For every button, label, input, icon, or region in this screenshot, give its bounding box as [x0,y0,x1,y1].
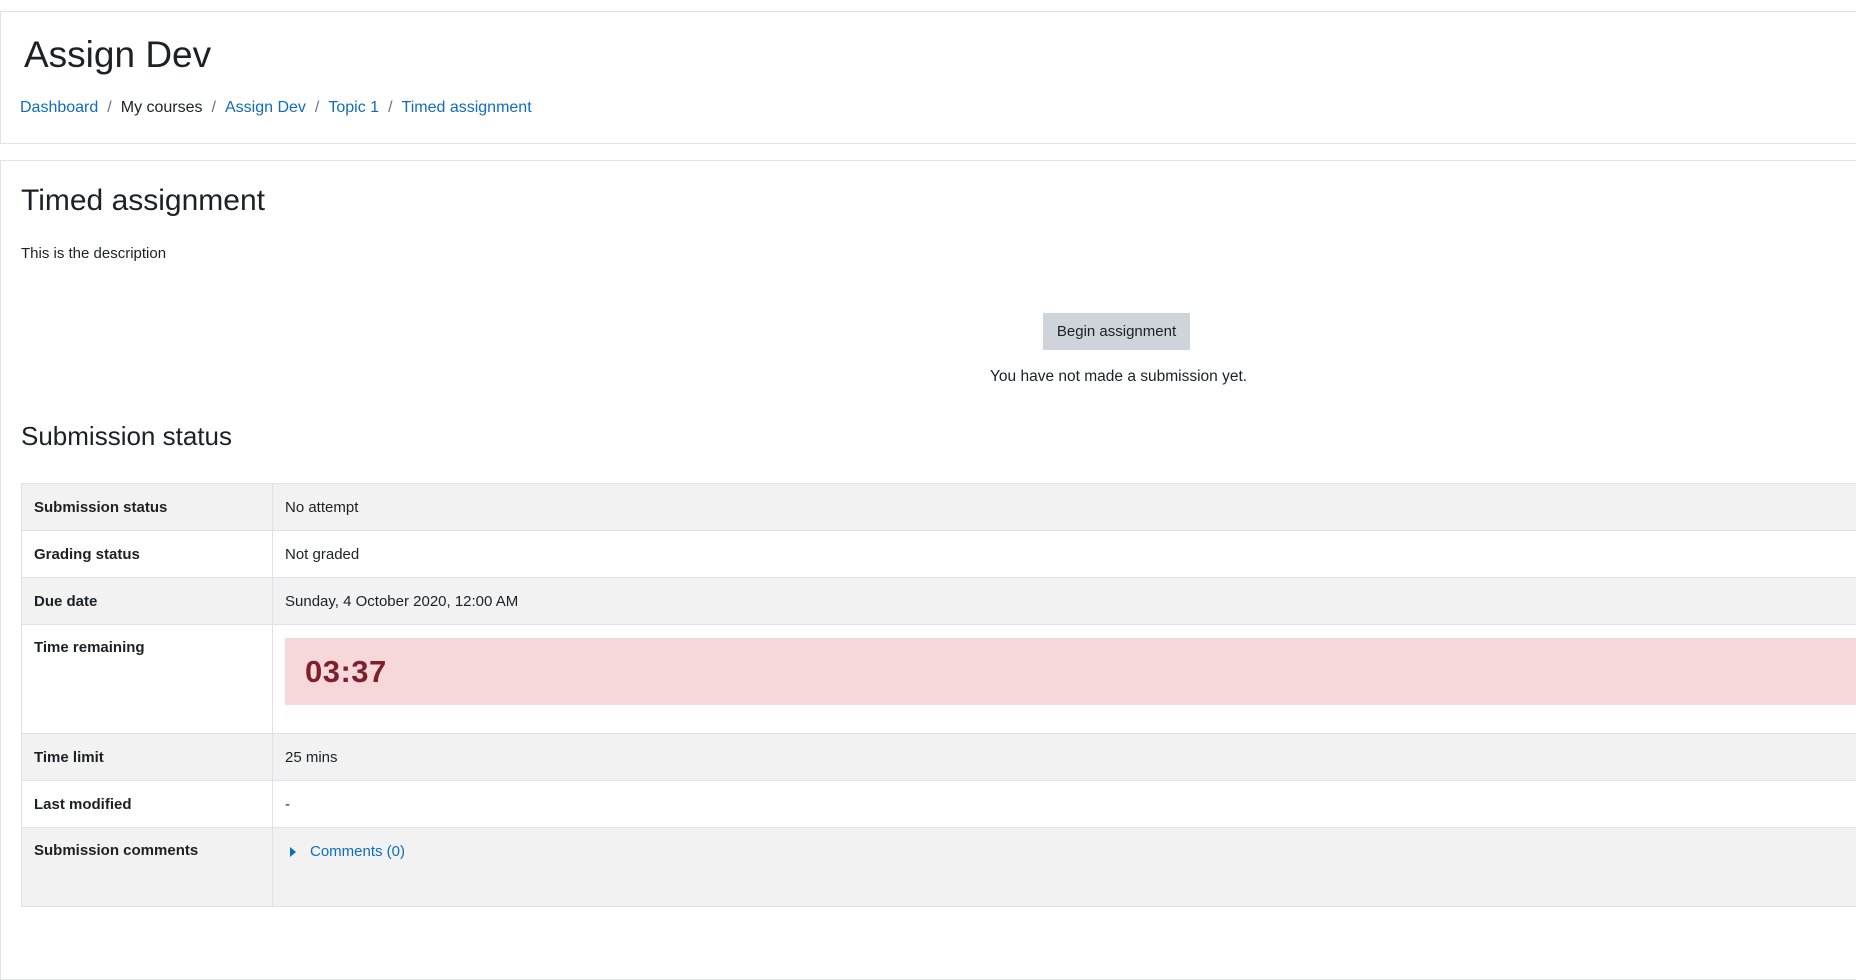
breadcrumb-course[interactable]: Assign Dev [225,99,306,117]
countdown-timer: 03:37 [285,638,1856,705]
time-remaining-cell: 03:37 [273,625,1856,734]
page-header [0,11,1856,144]
row-label: Submission status [22,484,273,531]
table-row: Time remaining 03:37 [22,625,1856,734]
breadcrumb-activity[interactable]: Timed assignment [402,99,532,117]
table-row: Grading status Not graded [22,531,1856,578]
row-label: Submission comments [22,828,273,907]
row-label: Last modified [22,781,273,828]
due-date-value: Sunday, 4 October 2020, 12:00 AM [273,578,1856,625]
activity-title: Timed assignment [21,186,265,216]
row-label: Grading status [22,531,273,578]
submission-status-value: No attempt [273,484,1856,531]
breadcrumb-separator: / [388,99,392,117]
comments-cell: Comments (0) [273,828,1856,907]
breadcrumb-separator: / [212,99,216,117]
table-row: Time limit 25 mins [22,734,1856,781]
table-row: Last modified - [22,781,1856,828]
table-row: Due date Sunday, 4 October 2020, 12:00 A… [22,578,1856,625]
row-label: Time remaining [22,625,273,734]
breadcrumb-topic[interactable]: Topic 1 [328,99,379,117]
table-row: Submission comments Comments (0) [22,828,1856,907]
row-label: Due date [22,578,273,625]
comments-link-label: Comments (0) [310,843,405,860]
last-modified-value: - [273,781,1856,828]
submission-notice: You have not made a submission yet. [990,368,1247,386]
breadcrumb-separator: / [107,99,111,117]
submission-status-table: Submission status No attempt Grading sta… [21,483,1856,907]
comments-toggle[interactable]: Comments (0) [285,843,405,860]
begin-assignment-button[interactable]: Begin assignment [1043,313,1190,350]
breadcrumb-dashboard[interactable]: Dashboard [20,99,98,117]
submission-status-heading: Submission status [21,423,232,449]
caret-right-icon [290,847,296,857]
time-limit-value: 25 mins [273,734,1856,781]
row-label: Time limit [22,734,273,781]
breadcrumb-my-courses: My courses [121,99,203,117]
grading-status-value: Not graded [273,531,1856,578]
activity-description: This is the description [21,245,166,262]
page-title: Assign Dev [24,36,211,73]
table-row: Submission status No attempt [22,484,1856,531]
breadcrumb: Dashboard / My courses / Assign Dev / To… [20,99,532,117]
breadcrumb-separator: / [315,99,319,117]
